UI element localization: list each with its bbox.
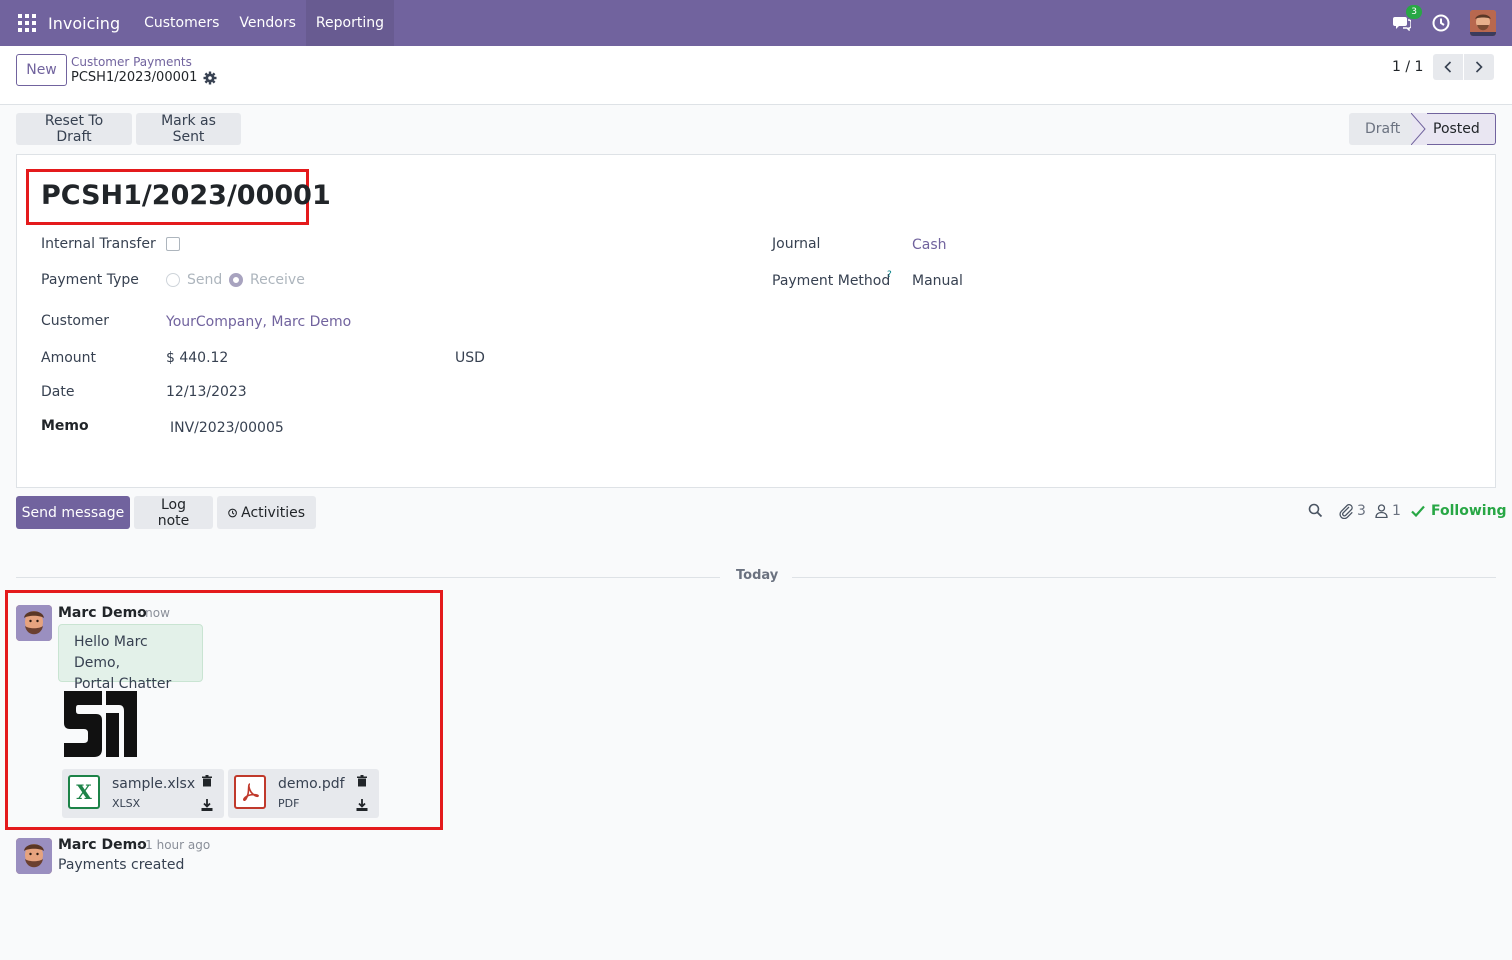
attachment-name: demo.pdf	[278, 776, 345, 792]
following-button[interactable]: Following	[1411, 503, 1507, 519]
user-icon	[1375, 504, 1388, 518]
app-name[interactable]: Invoicing	[48, 14, 120, 33]
author-avatar[interactable]	[16, 838, 52, 874]
pdf-icon	[234, 775, 266, 809]
help-tooltip-icon[interactable]: ?	[887, 270, 892, 280]
activities-button[interactable]: Activities	[217, 496, 316, 529]
payment-type-receive-radio[interactable]	[229, 273, 243, 287]
download-icon[interactable]	[201, 799, 213, 811]
following-label: Following	[1431, 503, 1507, 519]
chevron-left-icon	[1444, 61, 1452, 73]
message-author[interactable]: Marc Demo	[58, 837, 147, 853]
menu-reporting[interactable]: Reporting	[305, 0, 394, 46]
currency-value: USD	[455, 350, 485, 366]
control-panel: New Customer Payments PCSH1/2023/00001 1…	[0, 46, 1512, 105]
user-avatar[interactable]	[1470, 10, 1496, 36]
record-title: PCSH1/2023/00001	[41, 180, 331, 211]
journal-link[interactable]: Cash	[912, 237, 947, 253]
excel-icon: X	[68, 775, 100, 809]
trash-icon[interactable]	[201, 775, 213, 787]
payment-method-label: Payment Method	[772, 273, 891, 289]
menu-vendors[interactable]: Vendors	[229, 0, 305, 46]
message-author[interactable]: Marc Demo	[58, 605, 147, 621]
memo-value: INV/2023/00005	[170, 420, 284, 436]
internal-transfer-label: Internal Transfer	[41, 236, 156, 252]
reset-to-draft-button[interactable]: Reset To Draft	[16, 113, 132, 145]
pager-value[interactable]: 1 / 1	[1392, 59, 1423, 75]
message-time: - 1 hour ago	[137, 838, 211, 852]
journal-label: Journal	[772, 236, 821, 252]
attachment-card[interactable]: X sample.xlsx XLSX	[62, 769, 224, 818]
unread-count-badge: 3	[1406, 5, 1422, 19]
payment-type-label: Payment Type	[41, 272, 139, 288]
main-menu: Customers Vendors Reporting	[134, 0, 394, 46]
messaging-icon[interactable]: 3	[1392, 5, 1422, 33]
search-messages-button[interactable]	[1308, 503, 1323, 518]
followers-count: 1	[1392, 503, 1401, 519]
navbar-systray: 3	[1392, 0, 1496, 46]
activities-label: Activities	[241, 504, 305, 521]
check-icon	[1411, 505, 1425, 517]
date-label: Date	[41, 384, 75, 400]
date-value: 12/13/2023	[166, 384, 247, 400]
attachments-count: 3	[1357, 503, 1366, 519]
image-attachment[interactable]	[62, 691, 137, 757]
breadcrumb-current: PCSH1/2023/00001	[71, 70, 198, 85]
payment-method-value: Manual	[912, 273, 963, 289]
date-separator-label: Today	[736, 568, 779, 583]
memo-label: Memo	[41, 418, 89, 434]
mark-as-sent-button[interactable]: Mark as Sent	[136, 113, 241, 145]
menu-customers[interactable]: Customers	[134, 0, 229, 46]
attachment-name: sample.xlsx	[112, 776, 196, 792]
message-bubble: Hello Marc Demo, Portal Chatter	[58, 624, 203, 692]
attachment-card[interactable]: demo.pdf PDF	[228, 769, 379, 818]
attachment-type: PDF	[278, 797, 300, 810]
chevron-right-icon	[1475, 61, 1483, 73]
send-message-button[interactable]: Send message	[16, 496, 130, 529]
followers-button[interactable]: 1	[1375, 503, 1401, 519]
internal-transfer-checkbox[interactable]	[166, 237, 180, 251]
author-avatar[interactable]	[16, 605, 52, 641]
download-icon[interactable]	[356, 799, 368, 811]
message-body: Payments created	[58, 857, 185, 873]
gear-icon[interactable]	[203, 71, 217, 85]
date-separator-line-right	[792, 577, 1496, 578]
activity-clock-icon[interactable]	[1432, 14, 1450, 32]
message-time: - now	[137, 606, 170, 620]
status-arrow-divider	[1411, 113, 1427, 145]
message-line: Hello Marc Demo,	[74, 634, 148, 671]
search-icon	[1308, 503, 1323, 518]
clock-icon	[228, 508, 237, 517]
log-note-button[interactable]: Log note	[134, 496, 213, 529]
payment-type-receive-label[interactable]: Receive	[250, 272, 305, 288]
amount-value: $ 440.12	[166, 350, 229, 366]
breadcrumb-parent[interactable]: Customer Payments	[71, 55, 192, 69]
payment-type-send-radio[interactable]	[166, 273, 180, 287]
app-menu-grid-icon[interactable]	[18, 14, 36, 32]
pager-previous-button[interactable]	[1433, 54, 1463, 80]
payment-type-send-label[interactable]: Send	[187, 272, 222, 288]
attachment-type: XLSX	[112, 797, 141, 810]
customer-link[interactable]: YourCompany, Marc Demo	[166, 314, 351, 330]
date-separator-line-left	[16, 577, 720, 578]
amount-label: Amount	[41, 350, 97, 366]
attachments-button[interactable]: 3	[1338, 503, 1366, 519]
new-button[interactable]: New	[16, 54, 67, 86]
status-draft[interactable]: Draft	[1349, 113, 1417, 145]
paperclip-icon	[1339, 504, 1353, 519]
pager-next-button[interactable]	[1464, 54, 1494, 80]
trash-icon[interactable]	[356, 775, 368, 787]
customer-label: Customer	[41, 313, 110, 329]
top-navbar: Invoicing Customers Vendors Reporting 3	[0, 0, 1512, 46]
